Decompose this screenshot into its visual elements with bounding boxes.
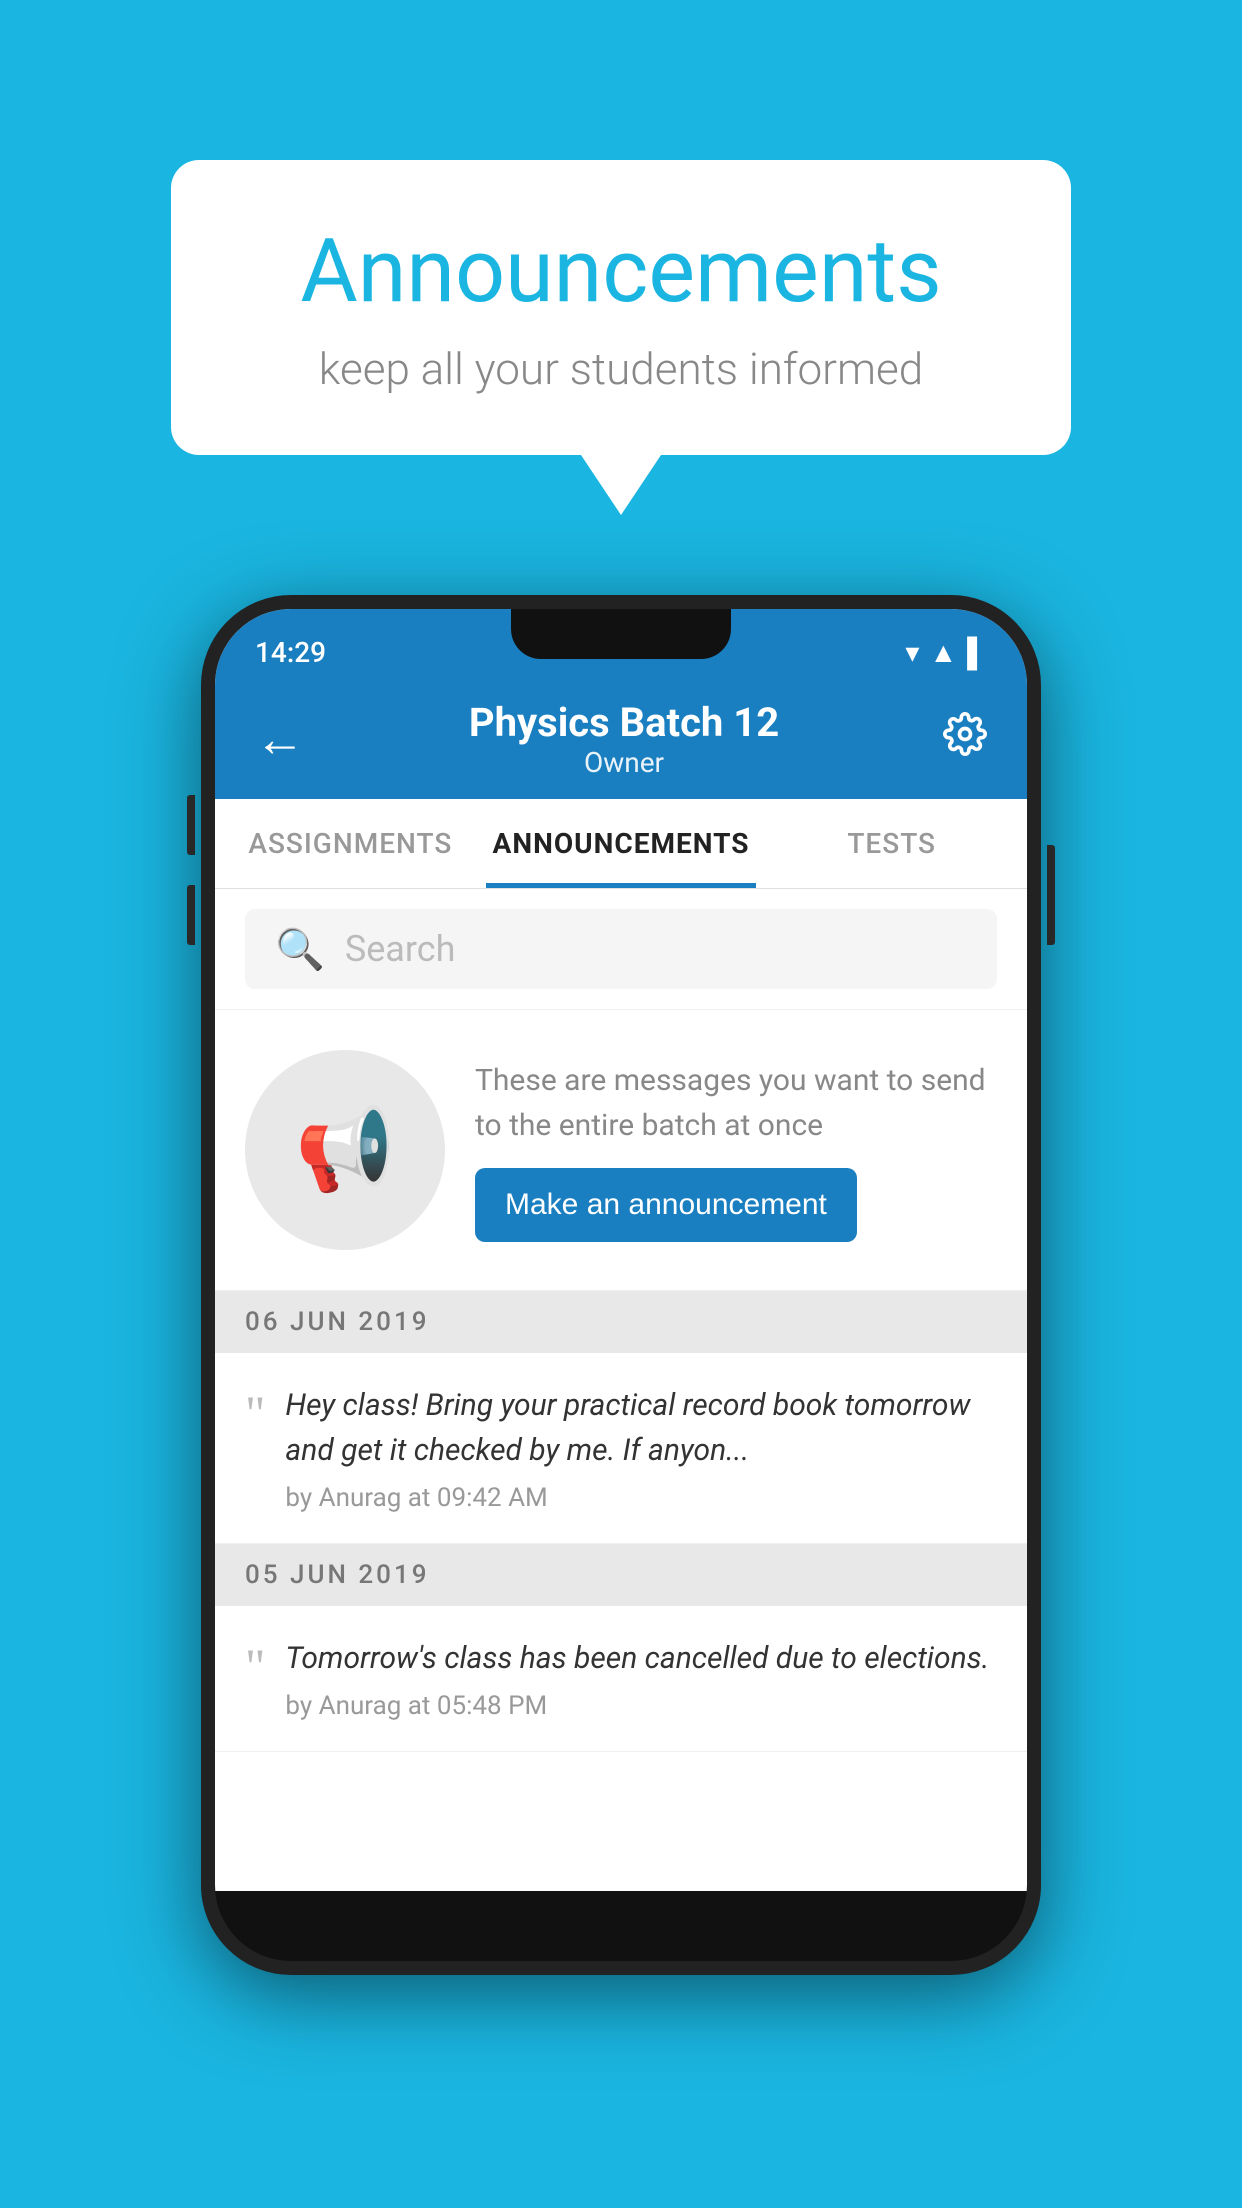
app-bar-title-area: Physics Batch 12 Owner: [305, 699, 943, 779]
announcement-text-1: Hey class! Bring your practical record b…: [285, 1383, 997, 1473]
volume-down-button[interactable]: [187, 885, 195, 945]
speech-bubble: Announcements keep all your students inf…: [171, 160, 1071, 455]
announcement-content-1: Hey class! Bring your practical record b…: [285, 1383, 997, 1513]
search-input-wrapper[interactable]: 🔍 Search: [245, 909, 997, 989]
date-separator-2: 05 JUN 2019: [215, 1544, 1027, 1606]
date-sep-text-1: 06 JUN 2019: [245, 1307, 430, 1337]
speech-bubble-title: Announcements: [251, 220, 991, 323]
volume-up-button[interactable]: [187, 795, 195, 855]
settings-button[interactable]: [943, 712, 987, 767]
signal-icon: ▲: [929, 636, 957, 669]
phone-wrapper: 14:29 ▾ ▲ ▌ ← Physics Batch 12 Owner: [201, 595, 1041, 1975]
tab-tests[interactable]: TESTS: [756, 799, 1027, 888]
announcement-item-1[interactable]: " Hey class! Bring your practical record…: [215, 1353, 1027, 1544]
announcement-text-2: Tomorrow's class has been cancelled due …: [285, 1636, 997, 1681]
app-bar-subtitle: Owner: [305, 746, 943, 779]
speech-bubble-subtitle: keep all your students informed: [251, 343, 991, 395]
wifi-icon: ▾: [905, 636, 919, 669]
date-separator-1: 06 JUN 2019: [215, 1291, 1027, 1353]
tab-announcements[interactable]: ANNOUNCEMENTS: [486, 799, 757, 888]
speech-bubble-container: Announcements keep all your students inf…: [171, 160, 1071, 515]
speech-bubble-tail: [581, 455, 661, 515]
prompt-content: These are messages you want to send to t…: [475, 1058, 997, 1242]
announcement-meta-1: by Anurag at 09:42 AM: [285, 1483, 997, 1513]
announcement-meta-2: by Anurag at 05:48 PM: [285, 1691, 997, 1721]
search-placeholder: Search: [345, 928, 456, 970]
announcement-content-2: Tomorrow's class has been cancelled due …: [285, 1636, 997, 1721]
status-time: 14:29: [255, 636, 326, 669]
announcement-prompt: 📢 These are messages you want to send to…: [215, 1010, 1027, 1291]
phone-screen: 14:29 ▾ ▲ ▌ ← Physics Batch 12 Owner: [215, 609, 1027, 1891]
back-button[interactable]: ←: [255, 710, 305, 769]
date-sep-text-2: 05 JUN 2019: [245, 1560, 430, 1590]
tab-assignments[interactable]: ASSIGNMENTS: [215, 799, 486, 888]
power-button[interactable]: [1047, 845, 1055, 945]
search-bar: 🔍 Search: [215, 889, 1027, 1010]
megaphone-circle: 📢: [245, 1050, 445, 1250]
prompt-description: These are messages you want to send to t…: [475, 1058, 997, 1148]
phone-notch: [511, 609, 731, 659]
quote-icon-2: ": [245, 1636, 265, 1691]
status-icons: ▾ ▲ ▌: [905, 636, 987, 669]
make-announcement-button[interactable]: Make an announcement: [475, 1168, 857, 1242]
tabs-bar: ASSIGNMENTS ANNOUNCEMENTS TESTS: [215, 799, 1027, 889]
announcement-item-2[interactable]: " Tomorrow's class has been cancelled du…: [215, 1606, 1027, 1752]
phone-frame: 14:29 ▾ ▲ ▌ ← Physics Batch 12 Owner: [201, 595, 1041, 1975]
content-scroll[interactable]: 🔍 Search 📢 These are messages you want t…: [215, 889, 1027, 1891]
battery-icon: ▌: [967, 636, 987, 669]
quote-icon-1: ": [245, 1383, 265, 1438]
search-icon: 🔍: [275, 926, 325, 973]
megaphone-icon: 📢: [295, 1103, 395, 1197]
app-bar-title: Physics Batch 12: [305, 699, 943, 746]
app-bar: ← Physics Batch 12 Owner: [215, 679, 1027, 799]
